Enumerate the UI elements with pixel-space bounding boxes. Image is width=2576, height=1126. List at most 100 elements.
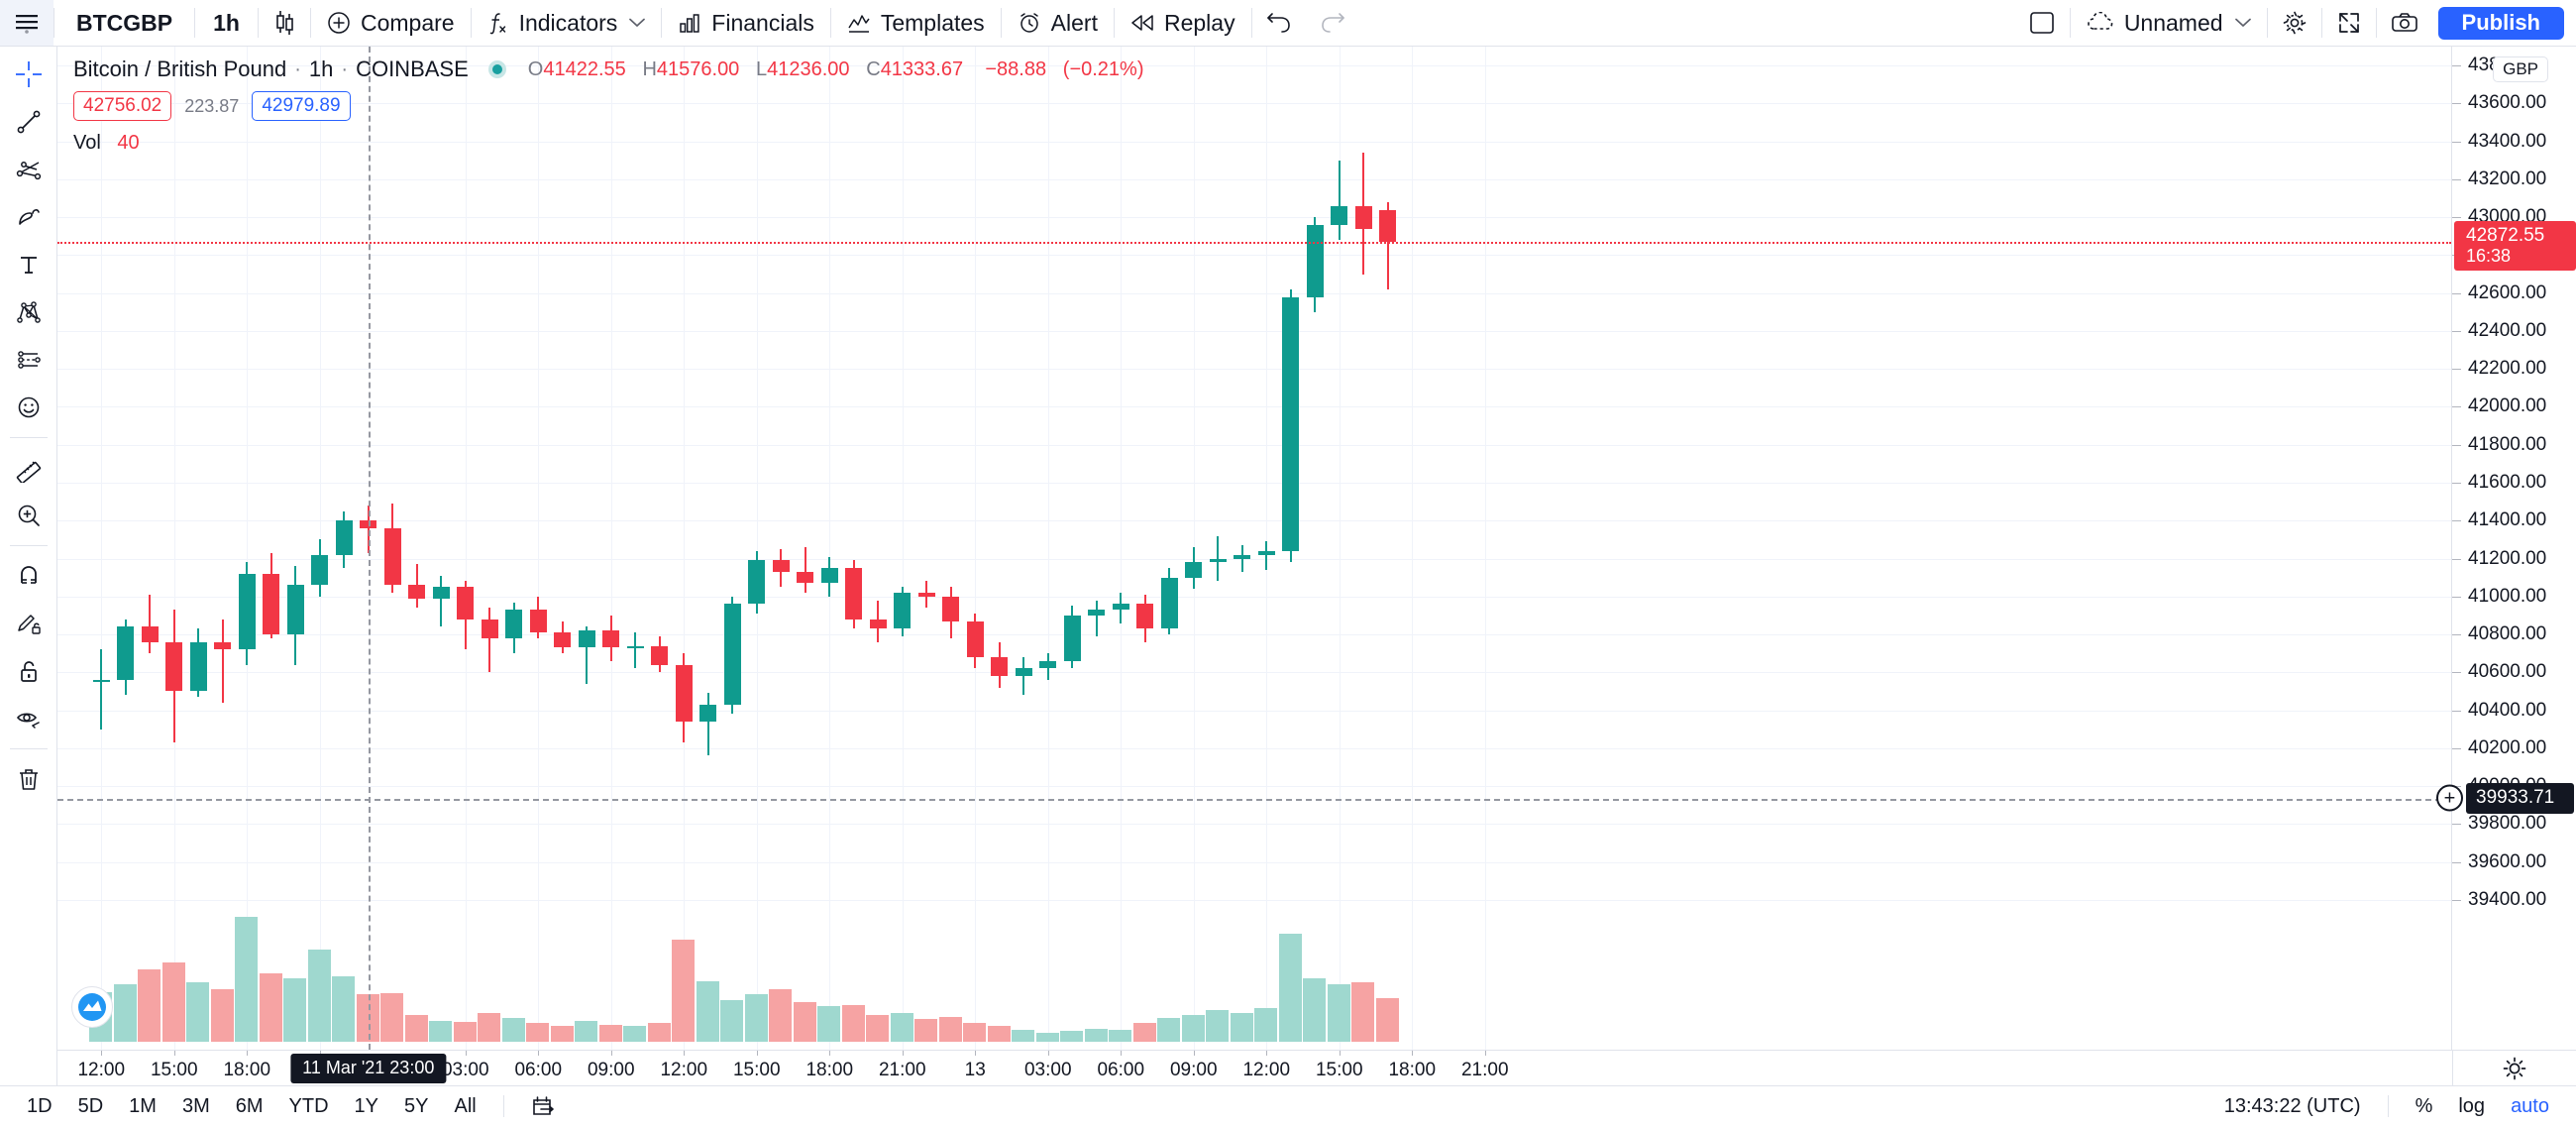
- candlestick: [165, 47, 183, 1050]
- candlestick: [505, 47, 523, 1050]
- candlestick-icon[interactable]: [259, 0, 310, 46]
- candle-body: [263, 573, 280, 635]
- zoom-in-icon[interactable]: [0, 492, 57, 539]
- candle-body: [1063, 615, 1081, 661]
- emoji-icon[interactable]: [0, 384, 57, 431]
- publish-button[interactable]: Publish: [2437, 6, 2564, 40]
- time-axis-ticks: 11 Mar '21 23:00 12:00 15:00 18:00 21:00 03:…: [57, 1051, 2452, 1085]
- candle-body: [92, 679, 110, 682]
- range-button-1y[interactable]: 1Y: [342, 1092, 391, 1121]
- interval-button[interactable]: 1h: [195, 0, 258, 46]
- forecast-icon[interactable]: [0, 336, 57, 384]
- clock-label[interactable]: 13:43:22 (UTC): [2211, 1092, 2374, 1121]
- trash-icon[interactable]: [0, 755, 57, 803]
- crosshair-vertical: [368, 47, 371, 1050]
- patterns-icon[interactable]: [0, 288, 57, 336]
- time-axis-settings[interactable]: [2452, 1051, 2576, 1085]
- candle-body: [481, 619, 498, 638]
- range-button-5d[interactable]: 5D: [65, 1092, 117, 1121]
- range-button-6m[interactable]: 6M: [223, 1092, 276, 1121]
- price-axis[interactable]: GBP 43800.0043600.0043400.0043200.004300…: [2436, 47, 2576, 1050]
- chevron-down-icon[interactable]: [629, 18, 646, 28]
- layout-name-button[interactable]: Unnamed: [2071, 0, 2267, 46]
- range-button-all[interactable]: All: [441, 1092, 488, 1121]
- tradingview-chart-app: BTCGBP 1h Compare Indicators Financials …: [0, 0, 2576, 1126]
- candle-body: [141, 626, 159, 642]
- candle-wick: [1265, 541, 1268, 570]
- candlestick: [383, 47, 401, 1050]
- cursor-crosshair-icon[interactable]: [0, 51, 57, 98]
- time-tick-mark: [829, 1051, 831, 1056]
- single-layout-icon[interactable]: [2014, 0, 2070, 46]
- pitchfork-icon[interactable]: [0, 146, 57, 193]
- symbol-search-button[interactable]: BTCGBP: [54, 0, 194, 46]
- hamburger-menu-icon[interactable]: [0, 0, 54, 46]
- volume-bar: [1278, 934, 1302, 1042]
- redo-arrow-icon[interactable]: [1306, 0, 1359, 46]
- volume-bar: [744, 994, 768, 1042]
- price-tick-label: 42000.00: [2468, 395, 2547, 417]
- ruler-icon[interactable]: [0, 444, 57, 492]
- candlestick: [699, 47, 717, 1050]
- range-button-5y[interactable]: 5Y: [391, 1092, 441, 1121]
- candlestick: [286, 47, 304, 1050]
- templates-button[interactable]: Templates: [831, 0, 1001, 46]
- plus-circle-icon[interactable]: +: [2436, 784, 2463, 812]
- candle-body: [1160, 577, 1178, 629]
- log-scale-button[interactable]: log: [2445, 1092, 2498, 1121]
- volume-bar: [1012, 1030, 1034, 1042]
- price-tick-mark: [2452, 369, 2461, 371]
- candle-body: [554, 632, 572, 648]
- brush-icon[interactable]: [0, 193, 57, 241]
- text-icon[interactable]: [0, 241, 57, 288]
- candlestick: [432, 47, 450, 1050]
- range-button-ytd[interactable]: YTD: [276, 1092, 342, 1121]
- range-button-3m[interactable]: 3M: [169, 1092, 223, 1121]
- volume-bar: [938, 1016, 962, 1042]
- price-tick-label: 41600.00: [2468, 472, 2547, 493]
- volume-bar: [1157, 1018, 1180, 1042]
- alert-button[interactable]: Alert: [1002, 0, 1114, 46]
- candlestick: [626, 47, 644, 1050]
- gear-sun-icon[interactable]: [2502, 1056, 2527, 1081]
- magnet-icon[interactable]: [0, 552, 57, 600]
- time-tick-label: 12:00: [77, 1060, 126, 1080]
- percent-scale-button[interactable]: %: [2403, 1092, 2446, 1121]
- candle-body: [869, 619, 887, 629]
- volume-bar: [672, 939, 695, 1042]
- trend-line-icon[interactable]: [0, 98, 57, 146]
- chevron-down-icon[interactable]: [2234, 18, 2251, 28]
- auto-scale-button[interactable]: auto: [2498, 1092, 2562, 1121]
- time-tick-label: 18:00: [223, 1060, 271, 1080]
- bar-chart-icon: [678, 11, 701, 35]
- lock-icon[interactable]: [0, 647, 57, 695]
- go-to-date-icon[interactable]: [518, 1091, 570, 1121]
- pencil-lock-icon[interactable]: [0, 600, 57, 647]
- time-axis[interactable]: 11 Mar '21 23:00 12:00 15:00 18:00 21:00 03:…: [57, 1050, 2576, 1085]
- candlestick: [554, 47, 572, 1050]
- compare-button[interactable]: Compare: [311, 0, 471, 46]
- eye-hide-icon[interactable]: [0, 695, 57, 742]
- volume-bar: [210, 988, 234, 1042]
- financials-button[interactable]: Financials: [662, 0, 830, 46]
- candle-body: [699, 704, 717, 723]
- candlestick: [92, 47, 110, 1050]
- currency-badge[interactable]: GBP: [2493, 56, 2548, 82]
- plus-circle-icon: [327, 11, 351, 35]
- candlestick: [869, 47, 887, 1050]
- chart-pane[interactable]: Bitcoin / British Pound · 1h · COINBASE …: [57, 47, 2452, 1050]
- camera-icon[interactable]: [2377, 0, 2432, 46]
- tradingview-logo-icon[interactable]: [71, 986, 113, 1028]
- undo-arrow-icon[interactable]: [1252, 0, 1306, 46]
- range-button-1d[interactable]: 1D: [14, 1092, 65, 1121]
- volume-bar: [1230, 1012, 1253, 1042]
- replay-button[interactable]: Replay: [1115, 0, 1251, 46]
- range-button-1m[interactable]: 1M: [116, 1092, 169, 1121]
- volume-bar: [453, 1022, 477, 1042]
- gear-icon[interactable]: [2268, 0, 2321, 46]
- indicators-button[interactable]: Indicators: [472, 0, 662, 46]
- fullscreen-icon[interactable]: [2322, 0, 2376, 46]
- candle-body: [942, 596, 960, 621]
- volume-bar: [429, 1020, 452, 1042]
- time-tick-mark: [1193, 1051, 1195, 1056]
